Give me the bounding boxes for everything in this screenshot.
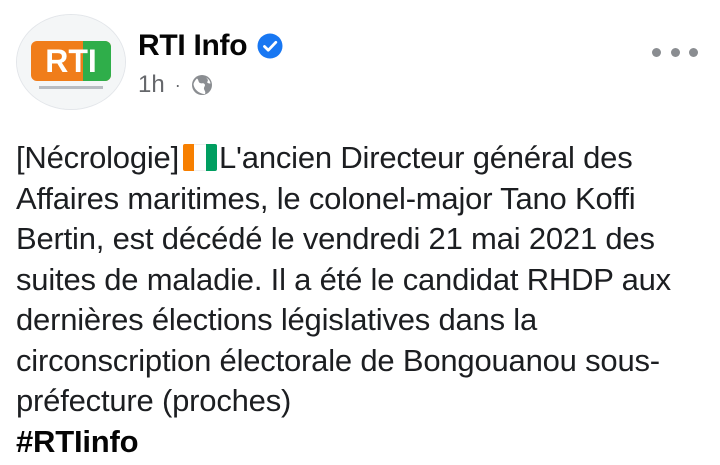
hashtag-link[interactable]: #RTIinfo xyxy=(16,424,139,459)
logo-text: RTI xyxy=(45,43,97,79)
post-header: RTI RTI Info 1h · xyxy=(16,14,704,110)
post-text: [Nécrologie] L'ancien Directeur général d… xyxy=(16,138,706,462)
rti-logo-icon: RTI xyxy=(17,15,125,109)
more-dot xyxy=(689,47,698,57)
post-timestamp[interactable]: 1h xyxy=(138,71,165,99)
more-options-button[interactable] xyxy=(652,42,698,62)
ivory-coast-flag-icon xyxy=(183,144,217,171)
more-dot xyxy=(670,47,680,57)
page-avatar[interactable]: RTI xyxy=(16,14,126,110)
verified-badge-icon xyxy=(257,33,283,59)
globe-icon xyxy=(191,75,212,95)
facebook-post: RTI RTI Info 1h · [Nécrologie] L'ancien … xyxy=(0,0,720,465)
post-category: [Nécrologie] xyxy=(16,140,180,175)
post-body-text: L'ancien Directeur général des Affaires … xyxy=(16,140,671,418)
post-meta: 1h · xyxy=(138,70,213,100)
page-name-link[interactable]: RTI Info xyxy=(138,29,248,63)
more-dot xyxy=(652,47,661,57)
name-row: RTI Info xyxy=(138,26,283,66)
meta-separator: · xyxy=(174,74,181,95)
